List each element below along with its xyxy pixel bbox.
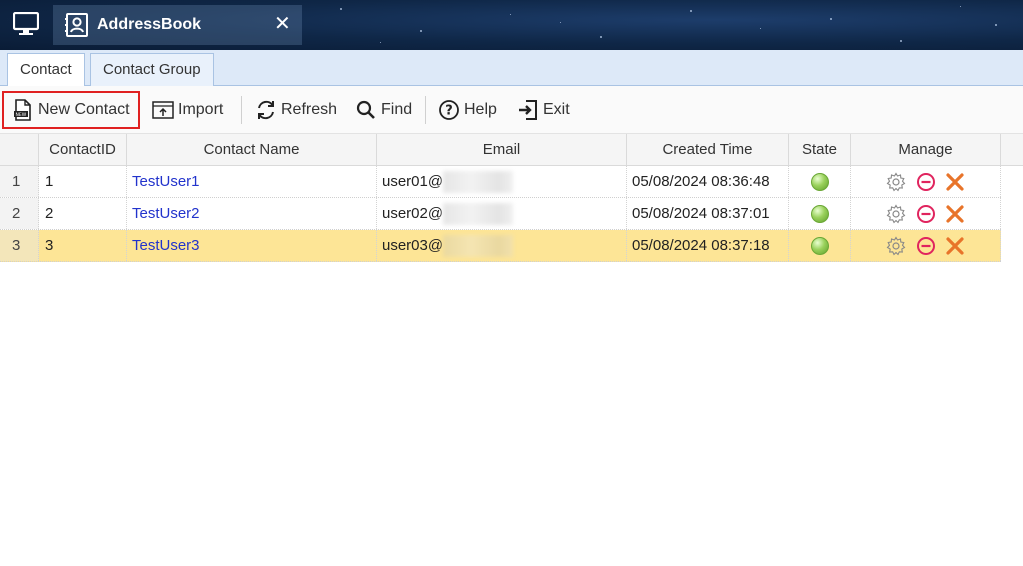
email-cell: user01@ xyxy=(377,166,627,197)
minus-circle-icon[interactable] xyxy=(916,236,936,256)
exit-label: Exit xyxy=(543,101,570,118)
column-header-contactid[interactable]: ContactID xyxy=(39,134,127,165)
created-time: 05/08/2024 08:37:01 xyxy=(627,198,789,229)
state-active-icon xyxy=(811,173,829,191)
refresh-icon xyxy=(258,100,274,120)
toolbar: NEW New Contact Import Refresh Find ? He… xyxy=(0,86,1023,134)
exit-button[interactable]: Exit xyxy=(517,94,570,126)
gear-icon[interactable] xyxy=(886,236,906,256)
created-time: 05/08/2024 08:36:48 xyxy=(627,166,789,197)
address-book-icon xyxy=(65,13,88,37)
svg-text:NEW: NEW xyxy=(16,112,27,118)
search-icon xyxy=(356,100,375,119)
monitor-icon[interactable] xyxy=(13,12,39,36)
row-number: 2 xyxy=(0,198,39,229)
find-button[interactable]: Find xyxy=(355,94,412,126)
email-cell: user02@ xyxy=(377,198,627,229)
state-active-icon xyxy=(811,205,829,223)
email-text: user02@ xyxy=(382,205,444,222)
contact-name-link[interactable]: TestUser2 xyxy=(127,198,377,229)
contact-id: 1 xyxy=(39,166,127,197)
table-row[interactable]: 1 1 TestUser1 user01@ 05/08/2024 08:36:4… xyxy=(0,166,1001,198)
close-x-icon[interactable] xyxy=(945,236,965,256)
help-icon: ? xyxy=(439,100,459,120)
app-title: AddressBook xyxy=(97,16,202,33)
table-row-selected[interactable]: 3 3 TestUser3 user03@ 05/08/2024 08:37:1… xyxy=(0,230,1001,262)
new-contact-label: New Contact xyxy=(38,101,130,118)
toolbar-divider xyxy=(241,96,242,124)
table-header: ContactID Contact Name Email Created Tim… xyxy=(0,134,1023,166)
gear-icon[interactable] xyxy=(886,172,906,192)
import-label: Import xyxy=(178,101,224,118)
close-x-icon[interactable] xyxy=(945,204,965,224)
close-x-icon[interactable] xyxy=(945,172,965,192)
find-label: Find xyxy=(381,101,413,118)
table-row[interactable]: 2 2 TestUser2 user02@ 05/08/2024 08:37:0… xyxy=(0,198,1001,230)
column-header-contact-name[interactable]: Contact Name xyxy=(127,134,377,165)
column-header-email[interactable]: Email xyxy=(377,134,627,165)
column-header-manage[interactable]: Manage xyxy=(851,134,1001,165)
contacts-table: ContactID Contact Name Email Created Tim… xyxy=(0,134,1023,262)
help-label: Help xyxy=(464,101,497,118)
state-cell xyxy=(789,166,851,197)
created-time: 05/08/2024 08:37:18 xyxy=(627,230,789,261)
manage-cell xyxy=(851,198,1001,229)
help-button[interactable]: ? Help xyxy=(438,94,497,126)
minus-circle-icon[interactable] xyxy=(916,172,936,192)
contact-id: 2 xyxy=(39,198,127,229)
svg-text:?: ? xyxy=(445,104,453,119)
redacted-domain xyxy=(443,235,514,258)
refresh-button[interactable]: Refresh xyxy=(255,94,337,126)
tab-strip: Contact Contact Group xyxy=(0,50,1023,87)
tab-contact-group[interactable]: Contact Group xyxy=(90,53,214,86)
state-cell xyxy=(789,230,851,261)
email-text: user03@ xyxy=(382,237,444,254)
contact-name-link[interactable]: TestUser3 xyxy=(127,230,377,261)
new-contact-button[interactable]: NEW New Contact xyxy=(2,91,140,129)
column-header-state[interactable]: State xyxy=(789,134,851,165)
contact-name-link[interactable]: TestUser1 xyxy=(127,166,377,197)
email-text: user01@ xyxy=(382,173,444,190)
gear-icon[interactable] xyxy=(886,204,906,224)
new-document-icon: NEW xyxy=(14,99,31,121)
import-button[interactable]: Import xyxy=(152,94,223,126)
exit-icon xyxy=(519,100,537,120)
contact-id: 3 xyxy=(39,230,127,261)
row-number-header xyxy=(0,134,39,165)
redacted-domain xyxy=(443,203,514,226)
row-number: 1 xyxy=(0,166,39,197)
manage-cell xyxy=(851,230,1001,261)
state-cell xyxy=(789,198,851,229)
column-header-created-time[interactable]: Created Time xyxy=(627,134,789,165)
refresh-label: Refresh xyxy=(281,101,338,118)
email-cell: user03@ xyxy=(377,230,627,261)
minus-circle-icon[interactable] xyxy=(916,204,936,224)
manage-cell xyxy=(851,166,1001,197)
state-active-icon xyxy=(811,237,829,255)
toolbar-divider xyxy=(425,96,426,124)
app-tab[interactable]: AddressBook ✕ xyxy=(53,5,302,45)
row-number: 3 xyxy=(0,230,39,261)
import-icon xyxy=(152,101,174,119)
tab-contact[interactable]: Contact xyxy=(7,53,85,87)
redacted-domain xyxy=(443,171,514,194)
title-bar: AddressBook ✕ xyxy=(0,0,1023,50)
close-tab-icon[interactable]: ✕ xyxy=(274,14,291,34)
